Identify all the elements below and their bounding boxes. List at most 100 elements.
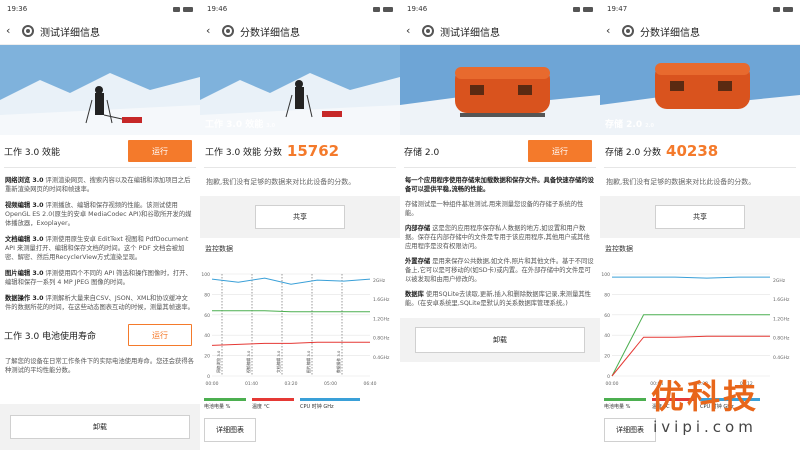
battery-icon (183, 6, 193, 12)
app-bar: ‹ 测试详细信息 (400, 18, 600, 45)
wifi-icon (373, 6, 380, 12)
storage-description: 每一个应用程序使用存储来加载数据和保存文件。具备快速存储的设备可以提供平稳,流畅… (400, 168, 600, 308)
y-tick-label: 100 (201, 272, 210, 278)
description-item: 数据操作 3.0 评测解析大量来自CSV、JSON、XML和协议缓冲文件的数据所… (5, 294, 194, 312)
uninstall-area: 卸载 (0, 404, 200, 450)
y-tick-label: 60 (604, 313, 610, 319)
event-label: 网络浏览 3.0 (216, 350, 221, 373)
description-item-head: 数据操作 3.0 (5, 295, 44, 302)
hero-image-skier: 工作 3.0 效能 3.0 (200, 45, 400, 135)
storage-item-head: 数据库 (405, 291, 424, 298)
bench-name: 工作 3.0 电池使用寿命 (4, 331, 97, 342)
y-tick-label: 80 (604, 292, 610, 298)
status-time: 19:47 (607, 5, 628, 13)
status-bar: 19:46 (400, 0, 600, 18)
legend-label: 电池电量 % (604, 404, 631, 410)
storage-item: 数据库 使用SQLite去读取,更新,插入和删除数据库记录,来测量其性能。(在安… (405, 290, 594, 308)
monitor-chart: 100 80 60 40 20 0 2GHz 1.6GHz 1.2GHz 0.8GHz 0.4GHz… (200, 258, 400, 398)
share-button[interactable]: 共享 (255, 205, 345, 229)
x-tick-label: 06:40 (364, 381, 377, 387)
detailed-charts-button[interactable]: 详细图表 (204, 418, 256, 442)
share-area: 共享 (600, 196, 800, 238)
hero-version: 2.0 (645, 123, 654, 129)
hero-caption: 存储 2.0 2.0 (605, 117, 654, 130)
score-value: 40238 (666, 142, 719, 160)
panel-test-details-storage: 19:46 ‹ 测试详细信息 存储 2.0 运行 每一个应用程序使用存储来加载数… (400, 0, 600, 450)
y-tick-label: 20 (204, 354, 210, 360)
y-tick-label: 80 (204, 292, 210, 298)
y2-tick-label: 0.8GHz (373, 336, 390, 342)
storage-item: 外置存储 是用来保存公共数据,如文件,照片和其他文件。基于不同设备上,它可以是可… (405, 257, 594, 284)
no-comparison-notice: 抱歉,我们没有足够的数据来对比此设备的分数。 (206, 178, 356, 186)
back-arrow-icon[interactable]: ‹ (6, 25, 16, 36)
back-arrow-icon[interactable]: ‹ (406, 25, 416, 36)
y2-tick-label: 0.8GHz (773, 336, 790, 342)
battery-icon (583, 6, 593, 12)
y2-tick-label: 0.4GHz (373, 355, 390, 361)
battery-line (611, 314, 770, 377)
x-tick-label: 00:00 (206, 381, 219, 387)
hero-caption: 工作 3.0 效能 3.0 (205, 117, 275, 130)
event-label: 图片编辑 3.0 (306, 350, 311, 373)
x-tick-label: 00:00 (606, 381, 619, 387)
app-bar: ‹ 分数详细信息 (600, 18, 800, 45)
status-time: 19:46 (407, 5, 428, 13)
uninstall-button[interactable]: 卸载 (415, 327, 585, 353)
status-bar: 19:47 (600, 0, 800, 18)
legend-temperature: 温度 °C (252, 398, 294, 410)
description-item-head: 视频编辑 3.0 (5, 202, 44, 209)
legend-label: 电池电量 % (204, 404, 231, 410)
y-tick-label: 40 (604, 333, 610, 339)
x-tick-label: 05:00 (324, 381, 337, 387)
event-label: 数据操作 3.0 (336, 350, 341, 373)
status-bar: 19:36 (0, 0, 200, 18)
page-title: 分数详细信息 (240, 27, 300, 39)
score-value: 15762 (286, 142, 340, 160)
battery-icon (383, 6, 393, 12)
back-arrow-icon[interactable]: ‹ (606, 25, 616, 36)
legend-battery: 电池电量 % (204, 398, 246, 410)
y-tick-label: 100 (601, 272, 610, 278)
gear-icon (222, 25, 234, 37)
description-item: 网络浏览 3.0 评测渲染网页、搜索内容以及在编辑和添加项目之后重新渲染网页的时… (5, 176, 194, 194)
y2-tick-label: 1.2GHz (373, 316, 390, 322)
temperature-line (611, 335, 770, 377)
storage-intro: 每一个应用程序使用存储来加载数据和保存文件。具备快速存储的设备可以提供平稳,流畅… (405, 177, 594, 193)
y2-tick-label: 1.6GHz (773, 297, 790, 303)
description-item: 图片编辑 3.0 评测使用四个不同的 API 筛选和操作图像时，打开、编辑和保存… (5, 269, 194, 287)
panel-test-details-work: 19:36 ‹ 测试详细信息 工作 3.0 效能 运行 网络浏览 3.0 评测渲… (0, 0, 200, 450)
description-item: 视频编辑 3.0 评测播放、编辑和保存视频的性能。该测试使用 OpenGL ES… (5, 201, 194, 228)
battery-desc-text: 了解您的设备在日常工作条件下的实际电池使用寿命。您还会获得各种测试的平均性能分数… (5, 358, 194, 374)
event-label: 文档编辑 3.0 (276, 350, 281, 373)
panel-score-details-storage: 19:47 ‹ 分数详细信息 存储 2.0 2.0 存储 2.0 分数 4023… (600, 0, 800, 450)
description-item-head: 文档编辑 3.0 (5, 236, 44, 243)
run-battery-button[interactable]: 运行 (128, 324, 192, 346)
y-tick-label: 0 (607, 374, 610, 380)
run-button[interactable]: 运行 (528, 140, 592, 162)
run-button[interactable]: 运行 (128, 140, 192, 162)
hero-caption-text: 工作 3.0 效能 (205, 120, 264, 130)
storage-item-text: 使用SQLite去读取,更新,插入和删除数据库记录,来测量其性能。(在安卓系统里… (405, 291, 591, 307)
back-arrow-icon[interactable]: ‹ (206, 25, 216, 36)
storage-item-head: 外置存储 (405, 258, 431, 265)
y-tick-label: 40 (204, 333, 210, 339)
wifi-icon (173, 6, 180, 12)
share-area: 共享 (200, 196, 400, 238)
hero-version: 3.0 (266, 123, 276, 129)
y2-tick-label: 2GHz (773, 278, 786, 284)
share-button[interactable]: 共享 (655, 205, 745, 229)
storage-item-head: 内部存储 (405, 225, 431, 232)
status-bar: 19:46 (200, 0, 400, 18)
panel-score-details-work: 19:46 ‹ 分数详细信息 工作 3.0 效能 3.0 工作 3.0 效能 分… (200, 0, 400, 450)
event-label: 视频编辑 3.0 (246, 350, 251, 373)
hero-caption-text: 存储 2.0 (605, 120, 643, 130)
score-row: 存储 2.0 分数 40238 (600, 135, 800, 167)
y2-tick-label: 0.4GHz (773, 355, 790, 361)
test-description: 网络浏览 3.0 评测渲染网页、搜索内容以及在编辑和添加项目之后重新渲染网页的时… (0, 168, 200, 312)
page-title: 分数详细信息 (640, 27, 700, 39)
status-time: 19:46 (207, 5, 228, 13)
uninstall-button[interactable]: 卸载 (10, 415, 190, 439)
description-item: 文档编辑 3.0 评测使用原生安卓 EditText 视图和 PdfDocume… (5, 235, 194, 262)
description-item-head: 网络浏览 3.0 (5, 177, 44, 184)
bench-row-work: 工作 3.0 效能 运行 (0, 135, 200, 167)
